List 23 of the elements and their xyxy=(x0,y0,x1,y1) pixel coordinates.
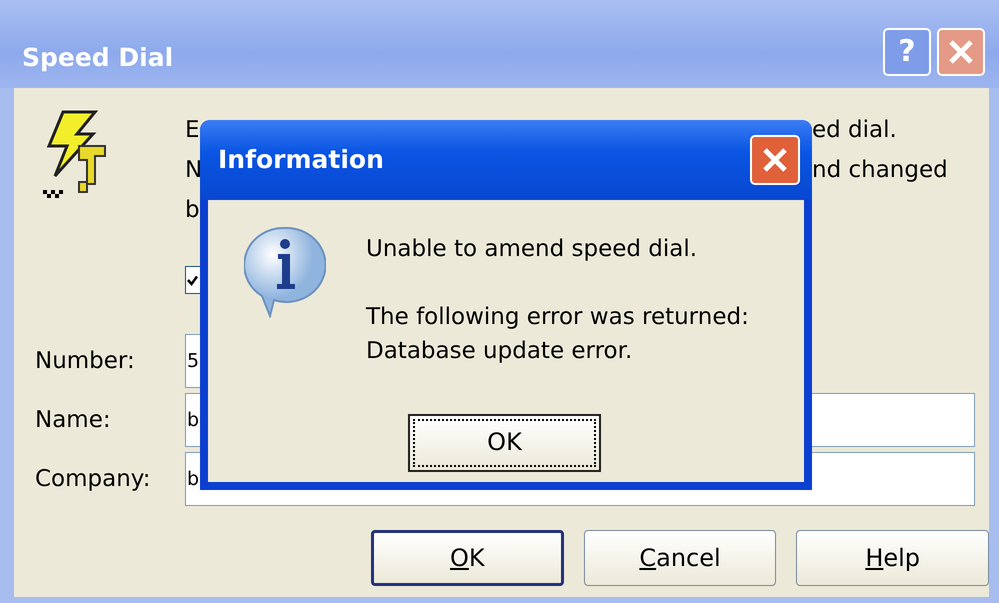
window-title: Speed Dial xyxy=(22,42,174,74)
message-text: The following error was returned: xyxy=(366,303,749,332)
close-icon xyxy=(762,147,788,173)
dialog-button[interactable]: OK xyxy=(371,530,564,586)
close-icon xyxy=(948,39,974,65)
description-text: E xyxy=(185,116,200,145)
dialog-button[interactable]: Help xyxy=(796,530,990,586)
description-text: nd changed xyxy=(812,156,948,185)
close-button[interactable] xyxy=(750,135,800,185)
information-icon xyxy=(244,226,326,318)
description-text: ed dial. xyxy=(812,116,897,145)
ok-button[interactable]: OK xyxy=(408,414,601,472)
message-text: Database update error. xyxy=(366,337,634,366)
field-label: Number: xyxy=(35,346,136,376)
field-label: Name: xyxy=(35,406,112,435)
description-text: N xyxy=(185,156,202,185)
message-text: Unable to amend speed dial. xyxy=(366,235,698,264)
check-icon xyxy=(187,275,198,286)
close-button[interactable] xyxy=(937,28,985,76)
dialog-title: Information xyxy=(218,144,384,176)
dialog-button[interactable]: Cancel xyxy=(584,530,776,586)
description-text: b xyxy=(185,196,200,225)
field-label: Company: xyxy=(35,464,152,494)
